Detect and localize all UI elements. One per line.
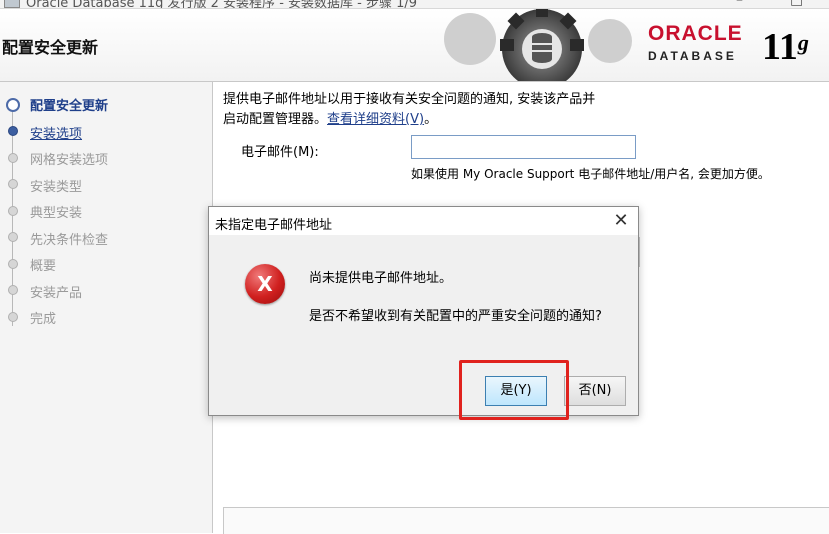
oracle-logo: ORACLE DATABASE bbox=[648, 22, 758, 64]
minimize-button[interactable]: – bbox=[736, 0, 743, 8]
annotation-highlight-box bbox=[459, 360, 569, 420]
sidebar-step-install-type: 安装类型 bbox=[30, 180, 83, 195]
dialog-title: 未指定电子邮件地址 bbox=[215, 218, 333, 233]
details-link[interactable]: 查看详细资料(V) bbox=[327, 112, 424, 127]
step-icon bbox=[8, 259, 18, 269]
no-button[interactable]: 否(N) bbox=[564, 376, 626, 406]
sidebar-step-install-product: 安装产品 bbox=[30, 286, 83, 301]
sidebar-step-summary: 概要 bbox=[30, 259, 57, 274]
sidebar-step-grid-options: 网格安装选项 bbox=[30, 153, 109, 168]
database-logo-text: DATABASE bbox=[648, 49, 737, 63]
version-number: 11 bbox=[762, 26, 798, 68]
sidebar-step-security-updates[interactable]: 配置安全更新 bbox=[30, 95, 108, 114]
next-step-icon bbox=[8, 126, 18, 136]
email-label: 电子邮件(M): bbox=[241, 145, 319, 160]
intro-text: 提供电子邮件地址以用于接收有关安全问题的通知, 安装该产品并 启动配置管理器。查… bbox=[223, 90, 823, 130]
step-icon bbox=[8, 312, 18, 322]
sidebar-step-typical-install: 典型安装 bbox=[30, 206, 83, 221]
header-banner: 配置安全更新 ORACLE DATABASE 11g bbox=[0, 9, 829, 82]
sidebar-step-prereq-checks: 先决条件检查 bbox=[30, 233, 109, 248]
current-step-icon bbox=[6, 98, 20, 112]
step-icon bbox=[8, 206, 18, 216]
dialog-close-icon[interactable]: ✕ bbox=[608, 209, 634, 233]
dialog-titlebar: 未指定电子邮件地址 ✕ bbox=[209, 207, 638, 235]
step-icon bbox=[8, 179, 18, 189]
intro-line2: 启动配置管理器。 bbox=[223, 112, 328, 127]
bottom-panel bbox=[223, 507, 829, 534]
intro-line1: 提供电子邮件地址以用于接收有关安全问题的通知, 安装该产品并 bbox=[223, 92, 596, 107]
page-title: 配置安全更新 bbox=[2, 38, 99, 57]
version-letter: g bbox=[797, 30, 809, 55]
no-email-dialog: 未指定电子邮件地址 ✕ X 尚未提供电子邮件地址。 是否不希望收到有关配置中的严… bbox=[208, 206, 639, 416]
step-sidebar: 配置安全更新 安装选项 网格安装选项 安装类型 典型安装 先决条件检查 概要 安… bbox=[0, 82, 213, 533]
app-icon bbox=[4, 0, 20, 8]
step-icon bbox=[8, 232, 18, 242]
gears-graphic bbox=[444, 9, 632, 81]
window-title: Oracle Database 11g 发行版 2 安装程序 - 安装数据库 -… bbox=[26, 0, 418, 9]
sidebar-step-finish: 完成 bbox=[30, 312, 57, 327]
intro-end: 。 bbox=[424, 112, 438, 127]
email-hint: 如果使用 My Oracle Support 电子邮件地址/用户名, 会更加方便… bbox=[411, 167, 770, 181]
error-icon: X bbox=[245, 264, 285, 304]
dialog-message-2: 是否不希望收到有关配置中的严重安全问题的通知? bbox=[309, 309, 602, 324]
window-titlebar: Oracle Database 11g 发行版 2 安装程序 - 安装数据库 -… bbox=[0, 0, 829, 9]
sidebar-step-install-options[interactable]: 安装选项 bbox=[30, 123, 82, 142]
oracle-logo-text: ORACLE bbox=[648, 22, 743, 45]
version-logo: 11g bbox=[762, 27, 809, 67]
step-icon bbox=[8, 285, 18, 295]
maximize-button[interactable]: □ bbox=[790, 0, 803, 8]
step-icon bbox=[8, 153, 18, 163]
dialog-message-1: 尚未提供电子邮件地址。 bbox=[309, 271, 453, 286]
email-field[interactable] bbox=[411, 135, 636, 159]
